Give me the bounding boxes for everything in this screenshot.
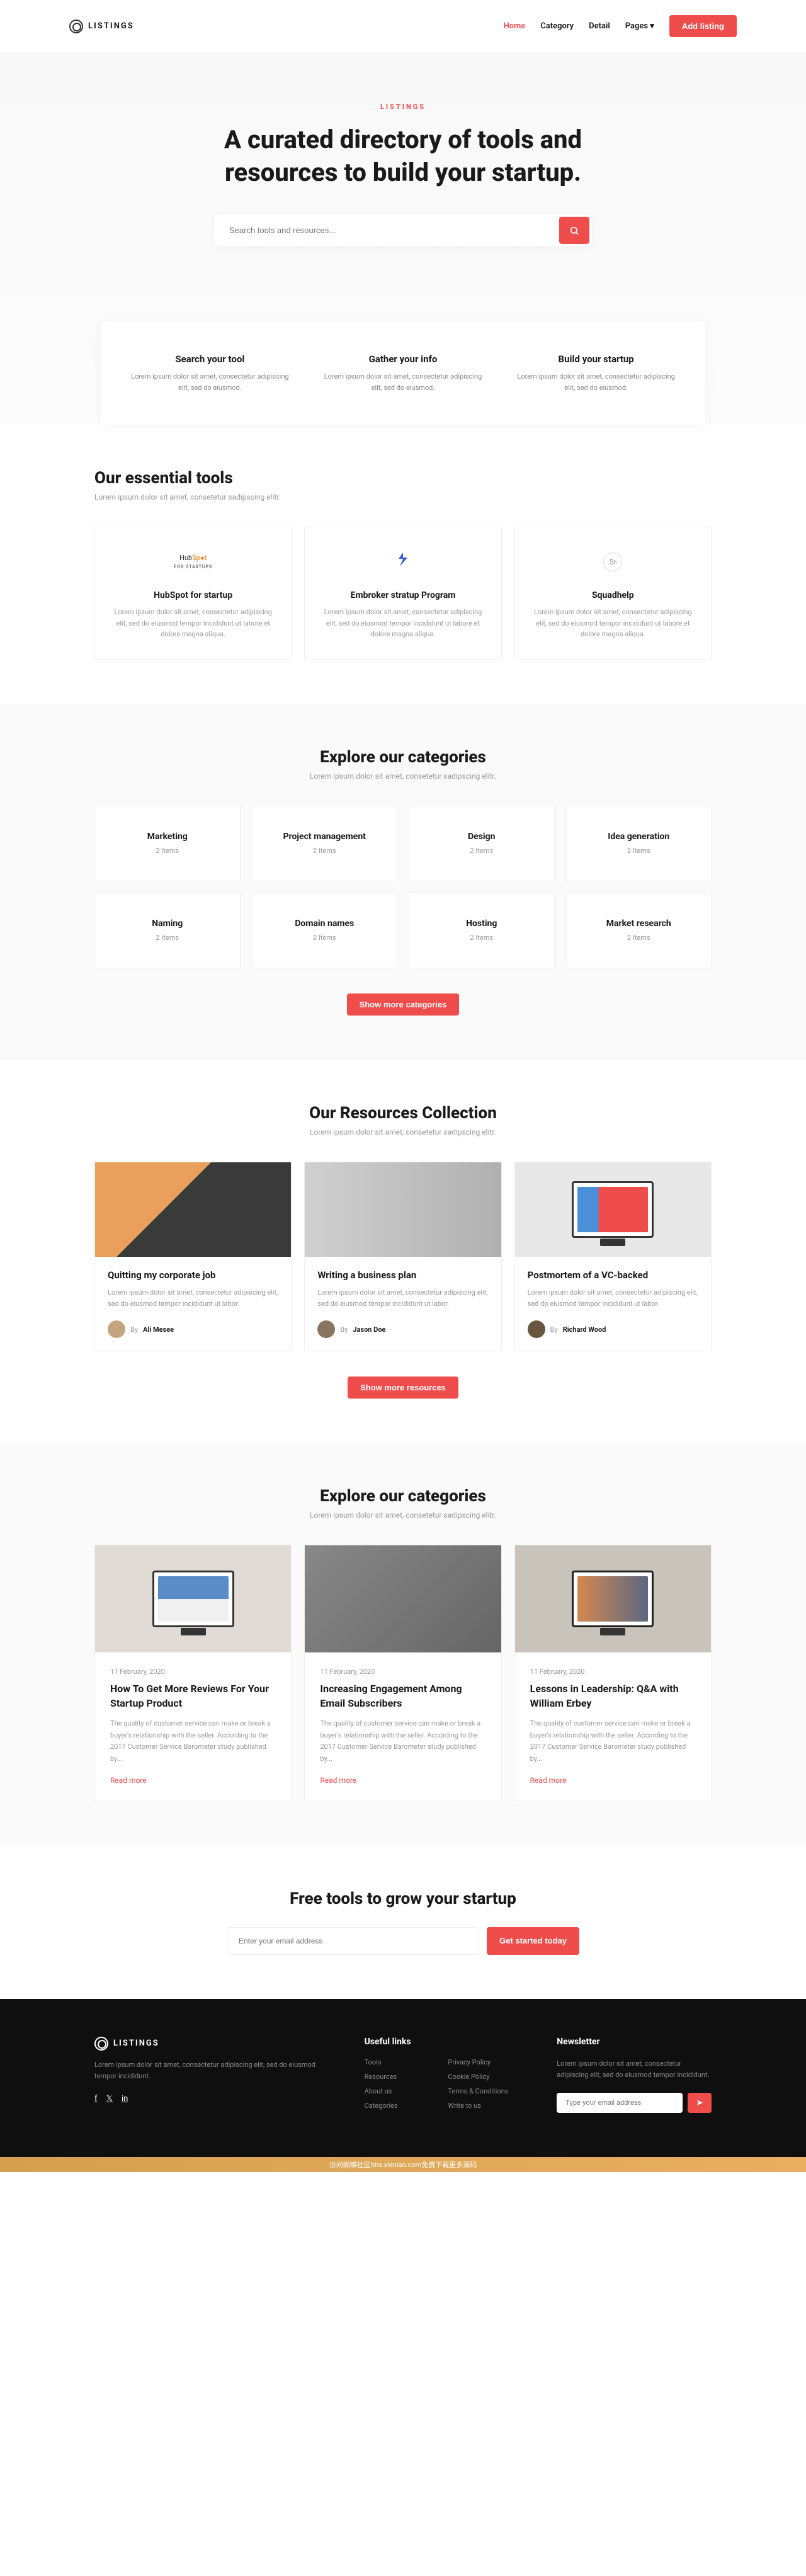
category-card[interactable]: Market research2 Items bbox=[566, 893, 712, 968]
footer-link[interactable]: Resources bbox=[365, 2073, 436, 2081]
add-listing-button[interactable]: Add listing bbox=[669, 15, 737, 37]
tools-section: Our essential toolsLorem ipsum dolor sit… bbox=[0, 425, 806, 704]
search-button[interactable] bbox=[559, 217, 589, 244]
blog-card[interactable]: 11 February, 2020Lessons in Leadership: … bbox=[514, 1545, 712, 1801]
category-card[interactable]: Domain names2 Items bbox=[252, 893, 398, 968]
show-more-categories-button[interactable]: Show more categories bbox=[347, 993, 460, 1016]
show-more-resources-button[interactable]: Show more resources bbox=[348, 1377, 458, 1399]
resource-image bbox=[305, 1162, 501, 1257]
footer-link[interactable]: Privacy Policy bbox=[448, 2058, 519, 2066]
read-more-link[interactable]: Read more bbox=[320, 1776, 356, 1785]
category-card[interactable]: Marketing2 Items bbox=[94, 806, 241, 881]
nav-home[interactable]: Home bbox=[503, 21, 525, 31]
blog-image bbox=[95, 1545, 291, 1652]
search-input[interactable] bbox=[217, 217, 559, 244]
hero-title: A curated directory of tools and resourc… bbox=[183, 123, 623, 189]
feature-3: Build your startupLorem ipsum dolor sit … bbox=[512, 353, 680, 393]
email-input[interactable] bbox=[227, 1927, 479, 1955]
footer-link[interactable]: About us bbox=[365, 2087, 436, 2095]
tools-title: Our essential tools bbox=[94, 469, 712, 488]
footer-link[interactable]: Tools bbox=[365, 2058, 436, 2066]
twitter-icon[interactable]: 𝕏 bbox=[106, 2094, 113, 2104]
blog-card[interactable]: 11 February, 2020Increasing Engagement A… bbox=[304, 1545, 501, 1801]
resource-card[interactable]: Postmortem of a VC-backedLorem ipsum dol… bbox=[514, 1162, 712, 1351]
resources-title: Our Resources Collection bbox=[94, 1104, 712, 1123]
footer-link[interactable]: Terms & Conditions bbox=[448, 2087, 519, 2095]
search-box bbox=[214, 214, 592, 246]
tool-card[interactable]: Embroker stratup ProgramLorem ipsum dolo… bbox=[304, 527, 501, 660]
facebook-icon[interactable]: f bbox=[94, 2094, 98, 2104]
newsletter-submit-button[interactable]: ➤ bbox=[688, 2093, 712, 2113]
avatar bbox=[108, 1320, 125, 1338]
chevron-down-icon: ▾ bbox=[650, 21, 654, 31]
nav-category[interactable]: Category bbox=[540, 21, 574, 31]
get-started-button[interactable]: Get started today bbox=[487, 1927, 579, 1955]
resource-image bbox=[515, 1162, 711, 1257]
nav-detail[interactable]: Detail bbox=[589, 21, 610, 31]
logo[interactable]: LISTINGS bbox=[69, 20, 134, 33]
linkedin-icon[interactable]: in bbox=[122, 2094, 128, 2104]
tool-card[interactable]: HubSp●tFOR STARTUPSHubSpot for startupLo… bbox=[94, 527, 292, 660]
cta-section: Free tools to grow your startup Get star… bbox=[0, 1845, 806, 1999]
send-icon: ➤ bbox=[696, 2098, 703, 2107]
blog-card[interactable]: 11 February, 2020How To Get More Reviews… bbox=[94, 1545, 292, 1801]
resource-image bbox=[95, 1162, 291, 1257]
header: LISTINGS Home Category Detail Pages ▾ Ad… bbox=[69, 0, 737, 52]
social-links: f 𝕏 in bbox=[94, 2094, 327, 2104]
newsletter-input[interactable] bbox=[557, 2093, 683, 2113]
footer: LISTINGS Lorem ipsum dolor sit amet, con… bbox=[0, 1999, 806, 2157]
category-card[interactable]: Project management2 Items bbox=[252, 806, 398, 881]
squadhelp-logo: Sh bbox=[530, 546, 696, 578]
footer-link[interactable]: Write to us bbox=[448, 2102, 519, 2110]
blogs-section: Explore our categoriesLorem ipsum dolor … bbox=[0, 1443, 806, 1845]
category-card[interactable]: Idea generation2 Items bbox=[566, 806, 712, 881]
blog-image bbox=[515, 1545, 711, 1652]
features-card: Search your toolLorem ipsum dolor sit am… bbox=[101, 322, 705, 425]
cta-title: Free tools to grow your startup bbox=[94, 1889, 712, 1908]
feature-1: Search your toolLorem ipsum dolor sit am… bbox=[126, 353, 294, 393]
resources-section: Our Resources CollectionLorem ipsum dolo… bbox=[0, 1060, 806, 1443]
footer-link[interactable]: Cookie Policy bbox=[448, 2073, 519, 2081]
footer-link[interactable]: Categories bbox=[365, 2102, 436, 2110]
read-more-link[interactable]: Read more bbox=[530, 1776, 567, 1785]
hubspot-logo: HubSp●tFOR STARTUPS bbox=[110, 546, 276, 578]
resource-card[interactable]: Writing a business planLorem ipsum dolor… bbox=[304, 1162, 501, 1351]
feature-2: Gather your infoLorem ipsum dolor sit am… bbox=[319, 353, 487, 393]
category-card[interactable]: Design2 Items bbox=[409, 806, 555, 881]
bottom-banner: 访问蝴蝶社区bbs.xieniao.com免费下载更多源码 bbox=[0, 2157, 806, 2172]
search-icon bbox=[569, 226, 579, 236]
logo-icon bbox=[69, 20, 83, 33]
main-nav: Home Category Detail Pages ▾ Add listing bbox=[503, 15, 737, 37]
read-more-link[interactable]: Read more bbox=[110, 1776, 147, 1785]
avatar bbox=[317, 1320, 335, 1338]
blogs-title: Explore our categories bbox=[94, 1487, 712, 1506]
footer-logo: LISTINGS bbox=[94, 2037, 327, 2051]
hero-section: LISTINGS A curated directory of tools an… bbox=[0, 52, 806, 425]
blog-image bbox=[305, 1545, 501, 1652]
hero-label: LISTINGS bbox=[94, 103, 712, 111]
categories-section: Explore our categoriesLorem ipsum dolor … bbox=[0, 704, 806, 1060]
nav-pages[interactable]: Pages ▾ bbox=[625, 21, 654, 31]
categories-title: Explore our categories bbox=[94, 748, 712, 767]
avatar bbox=[528, 1320, 545, 1338]
resource-card[interactable]: Quitting my corporate jobLorem ipsum dol… bbox=[94, 1162, 292, 1351]
category-card[interactable]: Hosting2 Items bbox=[409, 893, 555, 968]
tool-card[interactable]: ShSquadhelpLorem ipsum dolor sit amet, c… bbox=[514, 527, 712, 660]
embroker-logo bbox=[320, 546, 485, 578]
category-card[interactable]: Naming2 Items bbox=[94, 893, 241, 968]
